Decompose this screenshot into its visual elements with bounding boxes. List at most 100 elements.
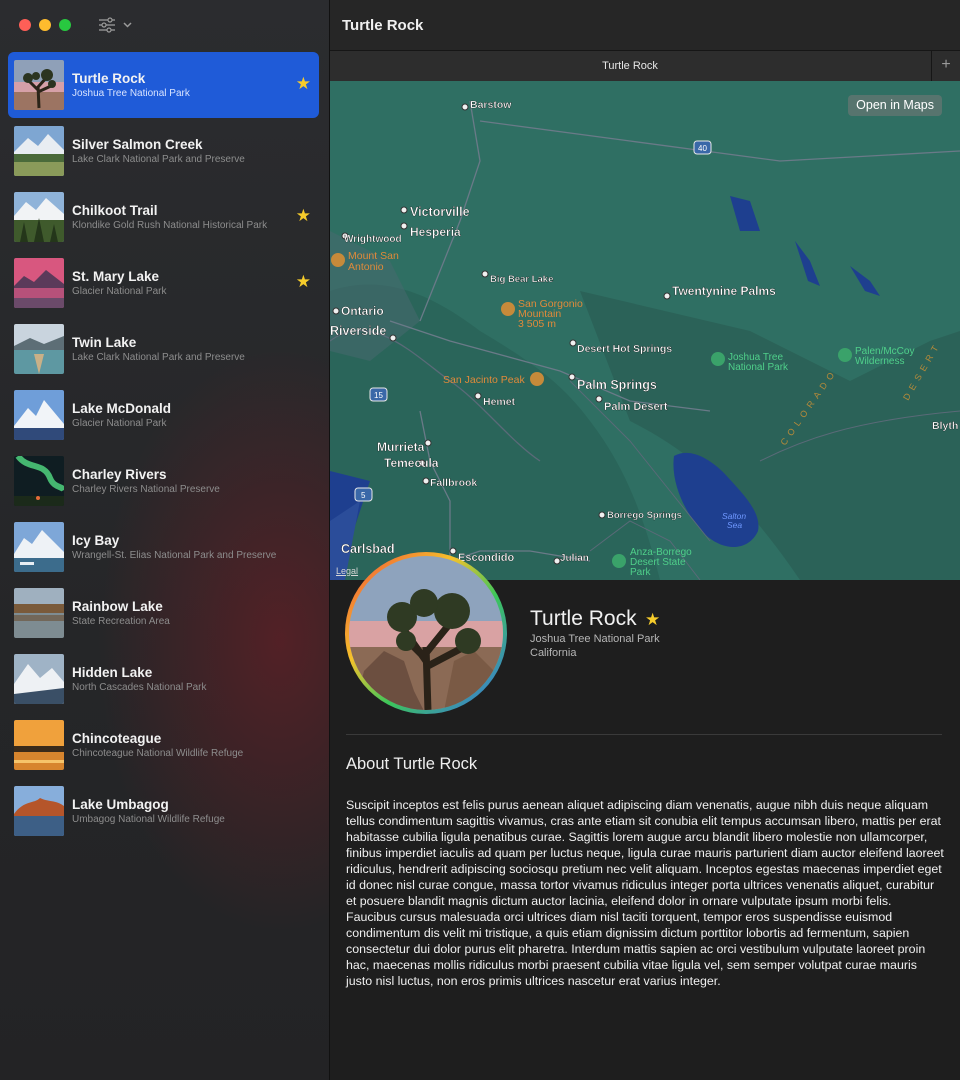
- landmark-thumbnail: [14, 390, 64, 440]
- map-label-hemet: Hemet: [483, 396, 516, 408]
- list-item[interactable]: Chincoteague Chincoteague National Wildl…: [8, 712, 319, 778]
- map-label-borrego: Borrego Springs: [607, 510, 682, 521]
- map-label-julian: Julian: [560, 553, 589, 564]
- map-label-riverside: Riverside: [330, 324, 386, 338]
- landmark-park: Lake Clark National Park and Preserve: [72, 352, 245, 363]
- close-window-button[interactable]: [19, 19, 31, 31]
- landmark-circle-image: [344, 551, 508, 715]
- favorite-star-icon: ★: [295, 206, 311, 225]
- landmark-park: Klondike Gold Rush National Historical P…: [72, 220, 268, 231]
- divider: [346, 734, 942, 735]
- open-in-maps-button[interactable]: Open in Maps: [848, 95, 942, 116]
- map-label-fallbrook: Fallbrook: [430, 477, 477, 489]
- landmark-park: Lake Clark National Park and Preserve: [72, 154, 245, 165]
- list-item[interactable]: Lake McDonald Glacier National Park: [8, 382, 319, 448]
- landmark-thumbnail: [14, 192, 64, 242]
- list-item[interactable]: Silver Salmon Creek Lake Clark National …: [8, 118, 319, 184]
- landmark-park: North Cascades National Park: [72, 682, 207, 693]
- map-label-barstow: Barstow: [470, 99, 512, 111]
- map-label-antonio: Antonio: [348, 261, 384, 273]
- filter-menu-button[interactable]: [97, 14, 137, 36]
- map-label-victorville: Victorville: [410, 205, 470, 219]
- map-label-big-bear: Big Bear Lake: [490, 274, 553, 285]
- map-view[interactable]: Barstow Victorville Hesperia Wrightwood …: [330, 81, 960, 580]
- list-item[interactable]: Charley Rivers Charley Rivers National P…: [8, 448, 319, 514]
- list-item[interactable]: Lake Umbagog Umbagog National Wildlife R…: [8, 778, 319, 844]
- landmark-thumbnail: [14, 126, 64, 176]
- title-bar: Turtle Rock: [330, 0, 960, 50]
- map-label-murrieta: Murrieta: [377, 440, 425, 454]
- landmark-name: Rainbow Lake: [72, 599, 163, 614]
- landmark-name: Charley Rivers: [72, 467, 167, 482]
- map-label-san-jacinto: San Jacinto Peak: [443, 374, 525, 386]
- landmark-name: Twin Lake: [72, 335, 137, 350]
- landmark-thumbnail: [14, 324, 64, 374]
- list-item[interactable]: Rainbow Lake State Recreation Area: [8, 580, 319, 646]
- landmark-park: Wrangell-St. Elias National Park and Pre…: [72, 550, 277, 561]
- landmark-name: Chincoteague: [72, 731, 162, 746]
- landmark-thumbnail: [14, 60, 64, 110]
- detail-pane: Turtle Rock Turtle Rock + Barstow Victor…: [330, 0, 960, 1080]
- slider-horizontal-icon: [99, 17, 132, 33]
- landmark-thumbnail: [14, 720, 64, 770]
- window-title: Turtle Rock: [342, 17, 424, 34]
- landmark-park: Umbagog National Wildlife Refuge: [72, 814, 225, 825]
- landmark-park: Charley Rivers National Preserve: [72, 484, 220, 495]
- landmark-state: California: [530, 647, 577, 659]
- sidebar: Turtle Rock Joshua Tree National Park ★ …: [0, 0, 330, 1080]
- favorite-star-icon[interactable]: ★: [645, 610, 660, 630]
- about-heading: About Turtle Rock: [346, 755, 478, 773]
- map-label-joshua-tree-2: National Park: [728, 362, 789, 373]
- list-item[interactable]: St. Mary Lake Glacier National Park ★: [8, 250, 319, 316]
- about-text: Suscipit inceptos est felis purus aenean…: [346, 798, 944, 988]
- list-item[interactable]: Hidden Lake North Cascades National Park: [8, 646, 319, 712]
- map-label-blythe: Blyth: [932, 420, 958, 432]
- landmark-thumbnail: [14, 456, 64, 506]
- map-label-salton-2: Sea: [727, 520, 742, 530]
- landmark-name: Silver Salmon Creek: [72, 137, 203, 152]
- tab-bar: Turtle Rock +: [330, 50, 960, 82]
- list-item[interactable]: Chilkoot Trail Klondike Gold Rush Nation…: [8, 184, 319, 250]
- landmark-thumbnail: [14, 522, 64, 572]
- map-label-palen-2: Wilderness: [855, 356, 904, 367]
- landmark-list: Turtle Rock Joshua Tree National Park ★ …: [8, 52, 319, 844]
- landmark-park: Chincoteague National Wildlife Refuge: [72, 748, 244, 759]
- map-label-i5: 5: [361, 491, 366, 500]
- landmark-park: Glacier National Park: [72, 418, 167, 429]
- favorite-star-icon: ★: [295, 74, 311, 93]
- map-label-palm-desert: Palm Desert: [604, 401, 668, 413]
- landmark-park: Joshua Tree National Park: [72, 88, 190, 99]
- map-label-i40: 40: [698, 144, 707, 153]
- landmark-name: Icy Bay: [72, 533, 120, 548]
- landmark-park: State Recreation Area: [72, 616, 170, 627]
- zoom-window-button[interactable]: [59, 19, 71, 31]
- minimize-window-button[interactable]: [39, 19, 51, 31]
- list-item[interactable]: Turtle Rock Joshua Tree National Park ★: [8, 52, 319, 118]
- chevron-down-icon: [123, 22, 132, 28]
- map-label-i15: 15: [374, 391, 383, 400]
- landmark-title: Turtle Rock: [530, 607, 637, 630]
- map-label-anza-3: Park: [630, 567, 652, 578]
- map-label-hesperia: Hesperia: [410, 225, 461, 239]
- map-label-palm-springs: Palm Springs: [577, 378, 657, 392]
- new-tab-button[interactable]: +: [931, 51, 960, 81]
- landmark-name: St. Mary Lake: [72, 269, 160, 284]
- map-label-temecula: Temecula: [384, 456, 439, 470]
- list-item[interactable]: Icy Bay Wrangell-St. Elias National Park…: [8, 514, 319, 580]
- landmark-park: Glacier National Park: [72, 286, 167, 297]
- landmark-thumbnail: [14, 654, 64, 704]
- tab-turtle-rock[interactable]: Turtle Rock: [330, 51, 930, 81]
- map-label-elevation: 3 505 m: [518, 318, 556, 330]
- landmark-thumbnail: [14, 258, 64, 308]
- map-label-twentynine: Twentynine Palms: [672, 284, 776, 298]
- map-label-ontario: Ontario: [341, 304, 384, 318]
- landmark-thumbnail: [14, 588, 64, 638]
- landmark-name: Lake Umbagog: [72, 797, 169, 812]
- landmark-name: Lake McDonald: [72, 401, 172, 416]
- landmark-name: Turtle Rock: [72, 71, 146, 86]
- landmark-thumbnail: [14, 786, 64, 836]
- favorite-star-icon: ★: [295, 272, 311, 291]
- list-item[interactable]: Twin Lake Lake Clark National Park and P…: [8, 316, 319, 382]
- map-label-wrightwood: Wrightwood: [344, 234, 402, 245]
- landmark-park-name: Joshua Tree National Park: [530, 633, 660, 645]
